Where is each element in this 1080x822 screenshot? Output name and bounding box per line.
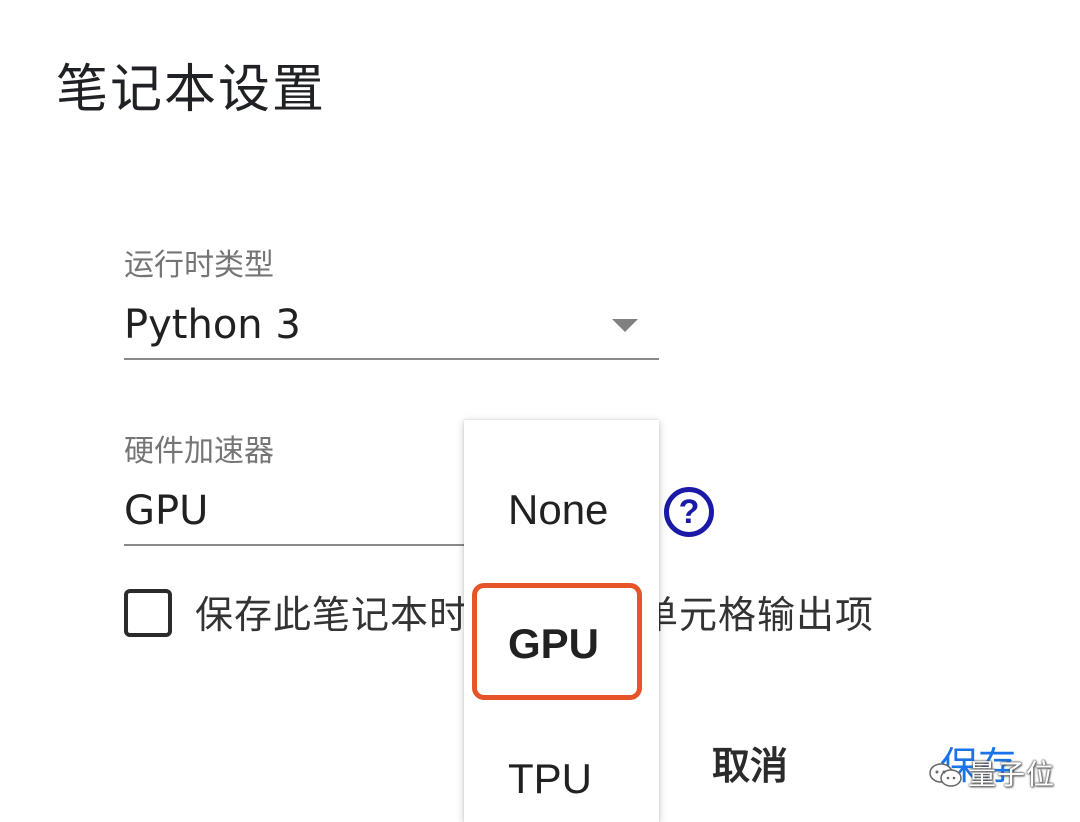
help-icon[interactable]: ?: [664, 487, 714, 537]
hardware-accelerator-label: 硬件加速器: [124, 434, 274, 469]
hardware-accelerator-underline: [124, 544, 464, 546]
omit-output-label: 保存此笔记本时: [195, 592, 468, 638]
omit-output-label-right-wrap: 单元格输出项: [640, 592, 874, 638]
wechat-logo-icon: [929, 763, 962, 787]
dropdown-arrow-icon: [612, 319, 638, 332]
menu-option-none-label: None: [508, 486, 609, 533]
omit-output-label-left: 保存此笔记本时: [195, 593, 469, 637]
omit-output-checkbox[interactable]: [124, 589, 172, 637]
runtime-type-value: Python 3: [124, 302, 301, 348]
menu-option-gpu-label: GPU: [508, 620, 600, 667]
cancel-button[interactable]: 取消: [712, 743, 788, 789]
watermark-text: 量子位: [968, 758, 1056, 791]
watermark: 量子位: [928, 755, 1055, 795]
runtime-type-underline: [124, 358, 659, 360]
hardware-accelerator-menu: None GPU TPU: [464, 420, 659, 822]
dialog-title: 笔记本设置: [56, 60, 327, 120]
runtime-type-label: 运行时类型: [124, 248, 274, 283]
menu-option-tpu-label: TPU: [508, 755, 592, 802]
omit-output-label-right: 单元格输出项: [640, 593, 875, 637]
hardware-accelerator-value: GPU: [124, 488, 209, 534]
